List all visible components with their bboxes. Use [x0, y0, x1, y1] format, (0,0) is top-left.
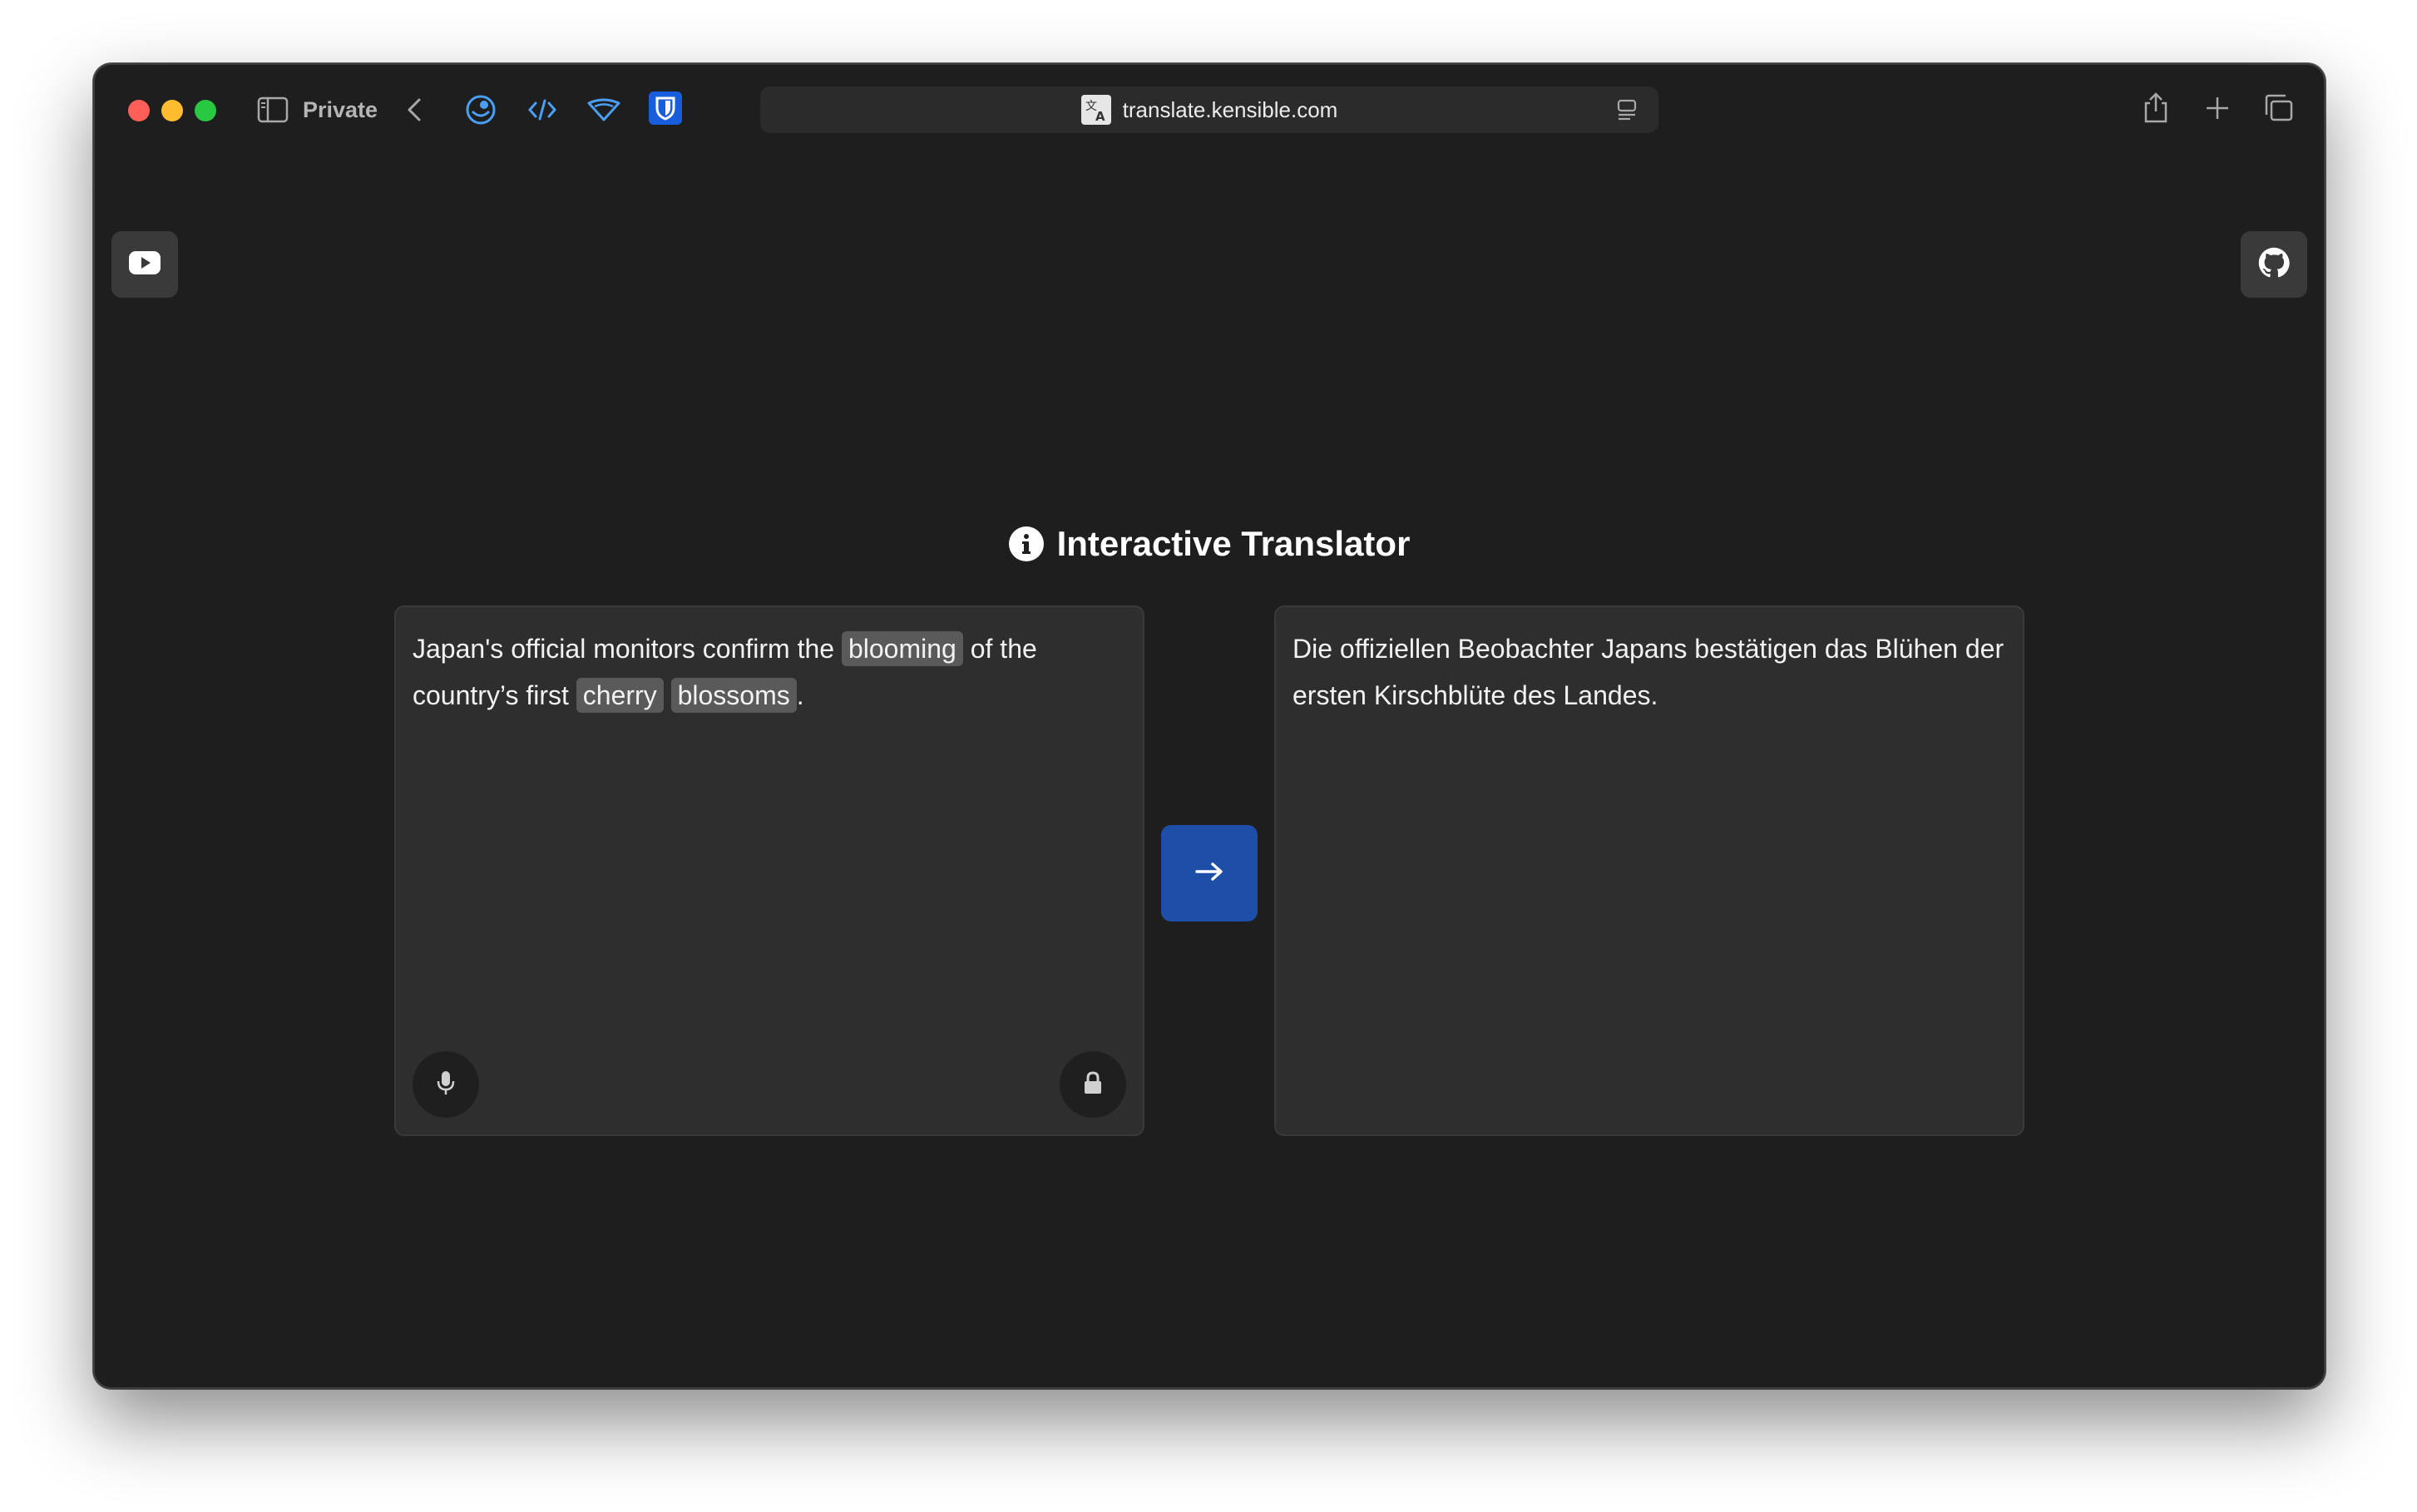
github-icon [2258, 247, 2290, 283]
share-icon[interactable] [2138, 90, 2174, 126]
page-title: Interactive Translator [1056, 524, 1411, 563]
source-segment: Japan's official monitors confirm the [413, 634, 842, 664]
zoom-window-button[interactable] [195, 100, 216, 121]
lock-icon [1082, 1070, 1104, 1099]
translate-button[interactable] [1161, 825, 1258, 922]
minimize-window-button[interactable] [161, 100, 183, 121]
highlighted-word[interactable]: blooming [841, 631, 963, 666]
youtube-icon [128, 250, 161, 279]
translate-icon: 文A [1080, 95, 1111, 125]
microphone-icon [436, 1070, 456, 1100]
bitwarden-shield-icon[interactable] [649, 91, 682, 125]
tabs-icon[interactable] [2261, 90, 2297, 126]
info-icon[interactable] [1008, 526, 1044, 561]
browser-toolbar: Private 文A translate.kensible.com [95, 65, 2324, 151]
browser-window: Private 文A translate.kensible.com Intera… [93, 63, 2326, 1389]
source-text[interactable]: Japan's official monitors confirm the bl… [413, 625, 1126, 719]
github-button[interactable] [2241, 231, 2307, 298]
target-panel: Die offiziellen Beobachter Japans bestät… [1274, 605, 2024, 1136]
extension-icon[interactable] [462, 91, 499, 128]
source-segment: . [796, 680, 804, 710]
page-title-row: Interactive Translator [95, 524, 2324, 564]
private-label: Private [303, 97, 378, 122]
microphone-button[interactable] [413, 1051, 479, 1118]
code-icon[interactable] [524, 91, 561, 128]
page-content: Interactive Translator Japan's official … [95, 151, 2324, 1387]
highlighted-word[interactable]: blossoms [670, 678, 797, 713]
youtube-button[interactable] [111, 231, 178, 298]
reader-icon[interactable] [1614, 96, 1640, 123]
chevron-left-icon[interactable] [398, 93, 431, 126]
url-text: translate.kensible.com [1122, 96, 1338, 122]
svg-text:A: A [1095, 109, 1105, 123]
source-segment [664, 680, 671, 710]
close-window-button[interactable] [128, 100, 150, 121]
target-text: Die offiziellen Beobachter Japans bestät… [1293, 634, 2004, 710]
wifi-icon[interactable] [586, 91, 622, 128]
sidebar-icon[interactable] [256, 95, 289, 125]
source-panel[interactable]: Japan's official monitors confirm the bl… [394, 605, 1144, 1136]
address-bar[interactable]: 文A translate.kensible.com [760, 86, 1658, 133]
lock-button[interactable] [1060, 1051, 1126, 1118]
arrow-right-icon [1194, 862, 1224, 886]
highlighted-word[interactable]: cherry [576, 678, 664, 713]
plus-icon[interactable] [2199, 90, 2236, 126]
